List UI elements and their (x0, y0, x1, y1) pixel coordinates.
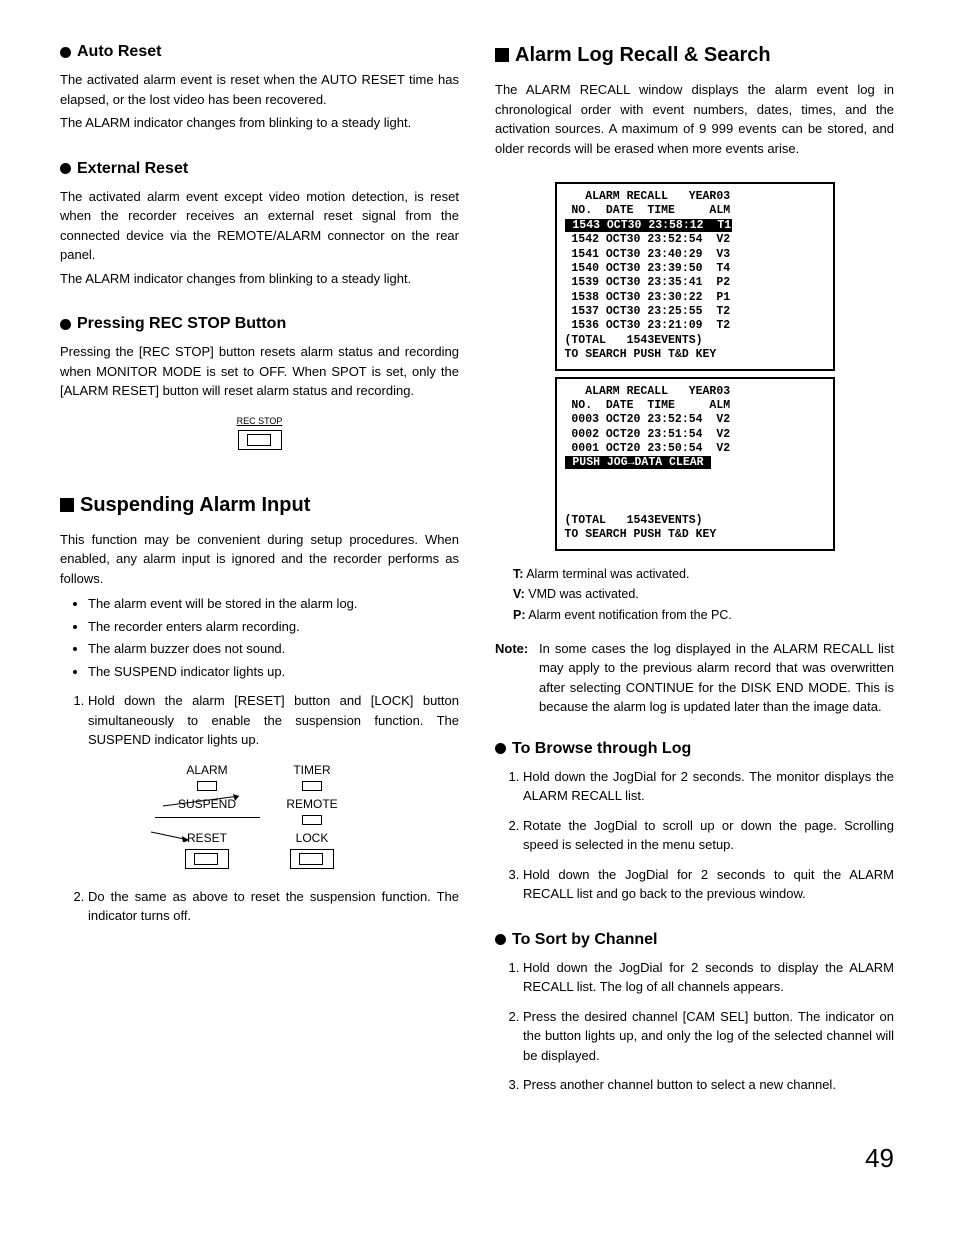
body-text: The activated alarm event except video m… (60, 187, 459, 265)
list-item: The recorder enters alarm recording. (88, 617, 459, 637)
arrow-icon (149, 830, 209, 842)
numbered-list: Do the same as above to reset the suspen… (60, 887, 459, 926)
list-item: Hold down the JogDial for 2 seconds to q… (523, 865, 894, 904)
body-text: The ALARM RECALL window displays the ala… (495, 80, 894, 158)
led-icon (302, 815, 322, 825)
left-column: Auto Reset The activated alarm event is … (60, 40, 459, 1119)
note-label: Note: (495, 639, 539, 717)
section-external-reset: External Reset The activated alarm event… (60, 157, 459, 289)
bullet-list: The alarm event will be stored in the al… (60, 594, 459, 681)
panel-label-alarm: ALARM (155, 762, 260, 779)
figure-panel-buttons: ALARM TIMER SUSPEND REMOTE (155, 762, 365, 875)
list-item: Hold down the JogDial for 2 seconds. The… (523, 767, 894, 806)
note-text: In some cases the log displayed in the A… (539, 639, 894, 717)
heading-alarm-log-recall-search: Alarm Log Recall & Search (495, 40, 894, 70)
heading-browse-through-log: To Browse through Log (495, 737, 894, 761)
led-icon (197, 781, 217, 791)
figure-rec-stop-button: REC STOP (60, 415, 459, 456)
panel-label-timer: TIMER (260, 762, 365, 779)
list-item: Hold down the alarm [RESET] button and [… (88, 691, 459, 750)
heading-suspending-alarm-input: Suspending Alarm Input (60, 490, 459, 520)
arrow-icon (151, 794, 241, 808)
body-text: This function may be convenient during s… (60, 530, 459, 589)
list-item: Rotate the JogDial to scroll up or down … (523, 816, 894, 855)
body-text: The ALARM indicator changes from blinkin… (60, 269, 459, 289)
panel-label-remote: REMOTE (260, 796, 365, 813)
legend-key-p: P: (513, 608, 526, 622)
body-text: The ALARM indicator changes from blinkin… (60, 113, 459, 133)
legend-key-t: T: (513, 567, 523, 581)
list-item: The alarm event will be stored in the al… (88, 594, 459, 614)
button-graphic-icon (290, 849, 334, 869)
heading-sort-by-channel: To Sort by Channel (495, 928, 894, 952)
heading-rec-stop: Pressing REC STOP Button (60, 312, 459, 336)
led-icon (302, 781, 322, 791)
list-item: The alarm buzzer does not sound. (88, 639, 459, 659)
section-suspending: Suspending Alarm Input This function may… (60, 490, 459, 926)
list-item: Press another channel button to select a… (523, 1075, 894, 1095)
numbered-list: Hold down the JogDial for 2 seconds. The… (495, 767, 894, 904)
section-alarm-log: Alarm Log Recall & Search The ALARM RECA… (495, 40, 894, 158)
body-text: The activated alarm event is reset when … (60, 70, 459, 109)
button-graphic-icon (238, 430, 282, 450)
legend-text: Alarm event notification from the PC. (526, 608, 732, 622)
note-block: Note: In some cases the log displayed in… (495, 639, 894, 717)
numbered-list: Hold down the alarm [RESET] button and [… (60, 691, 459, 750)
section-sort-by-channel: To Sort by Channel Hold down the JogDial… (495, 928, 894, 1095)
heading-auto-reset: Auto Reset (60, 40, 459, 64)
list-item: The SUSPEND indicator lights up. (88, 662, 459, 682)
figure-label: REC STOP (60, 415, 459, 429)
section-browse-log: To Browse through Log Hold down the JogD… (495, 737, 894, 904)
page-number: 49 (60, 1139, 894, 1178)
list-item: Press the desired channel [CAM SEL] butt… (523, 1007, 894, 1066)
heading-external-reset: External Reset (60, 157, 459, 181)
numbered-list: Hold down the JogDial for 2 seconds to d… (495, 958, 894, 1095)
section-rec-stop: Pressing REC STOP Button Pressing the [R… (60, 312, 459, 456)
legend-text: Alarm terminal was activated. (523, 567, 689, 581)
right-column: Alarm Log Recall & Search The ALARM RECA… (495, 40, 894, 1119)
button-graphic-icon (185, 849, 229, 869)
figure-alarm-recall-screen-2: ALARM RECALL YEAR03 NO. DATE TIME ALM 00… (555, 377, 835, 551)
legend: T: Alarm terminal was activated. V: VMD … (513, 565, 894, 625)
body-text: Pressing the [REC STOP] button resets al… (60, 342, 459, 401)
list-item: Hold down the JogDial for 2 seconds to d… (523, 958, 894, 997)
legend-text: VMD was activated. (525, 587, 639, 601)
legend-key-v: V: (513, 587, 525, 601)
list-item: Do the same as above to reset the suspen… (88, 887, 459, 926)
section-auto-reset: Auto Reset The activated alarm event is … (60, 40, 459, 133)
figure-alarm-recall-screen-1: ALARM RECALL YEAR03 NO. DATE TIME ALM 15… (555, 182, 835, 371)
panel-label-lock: LOCK (260, 830, 365, 847)
